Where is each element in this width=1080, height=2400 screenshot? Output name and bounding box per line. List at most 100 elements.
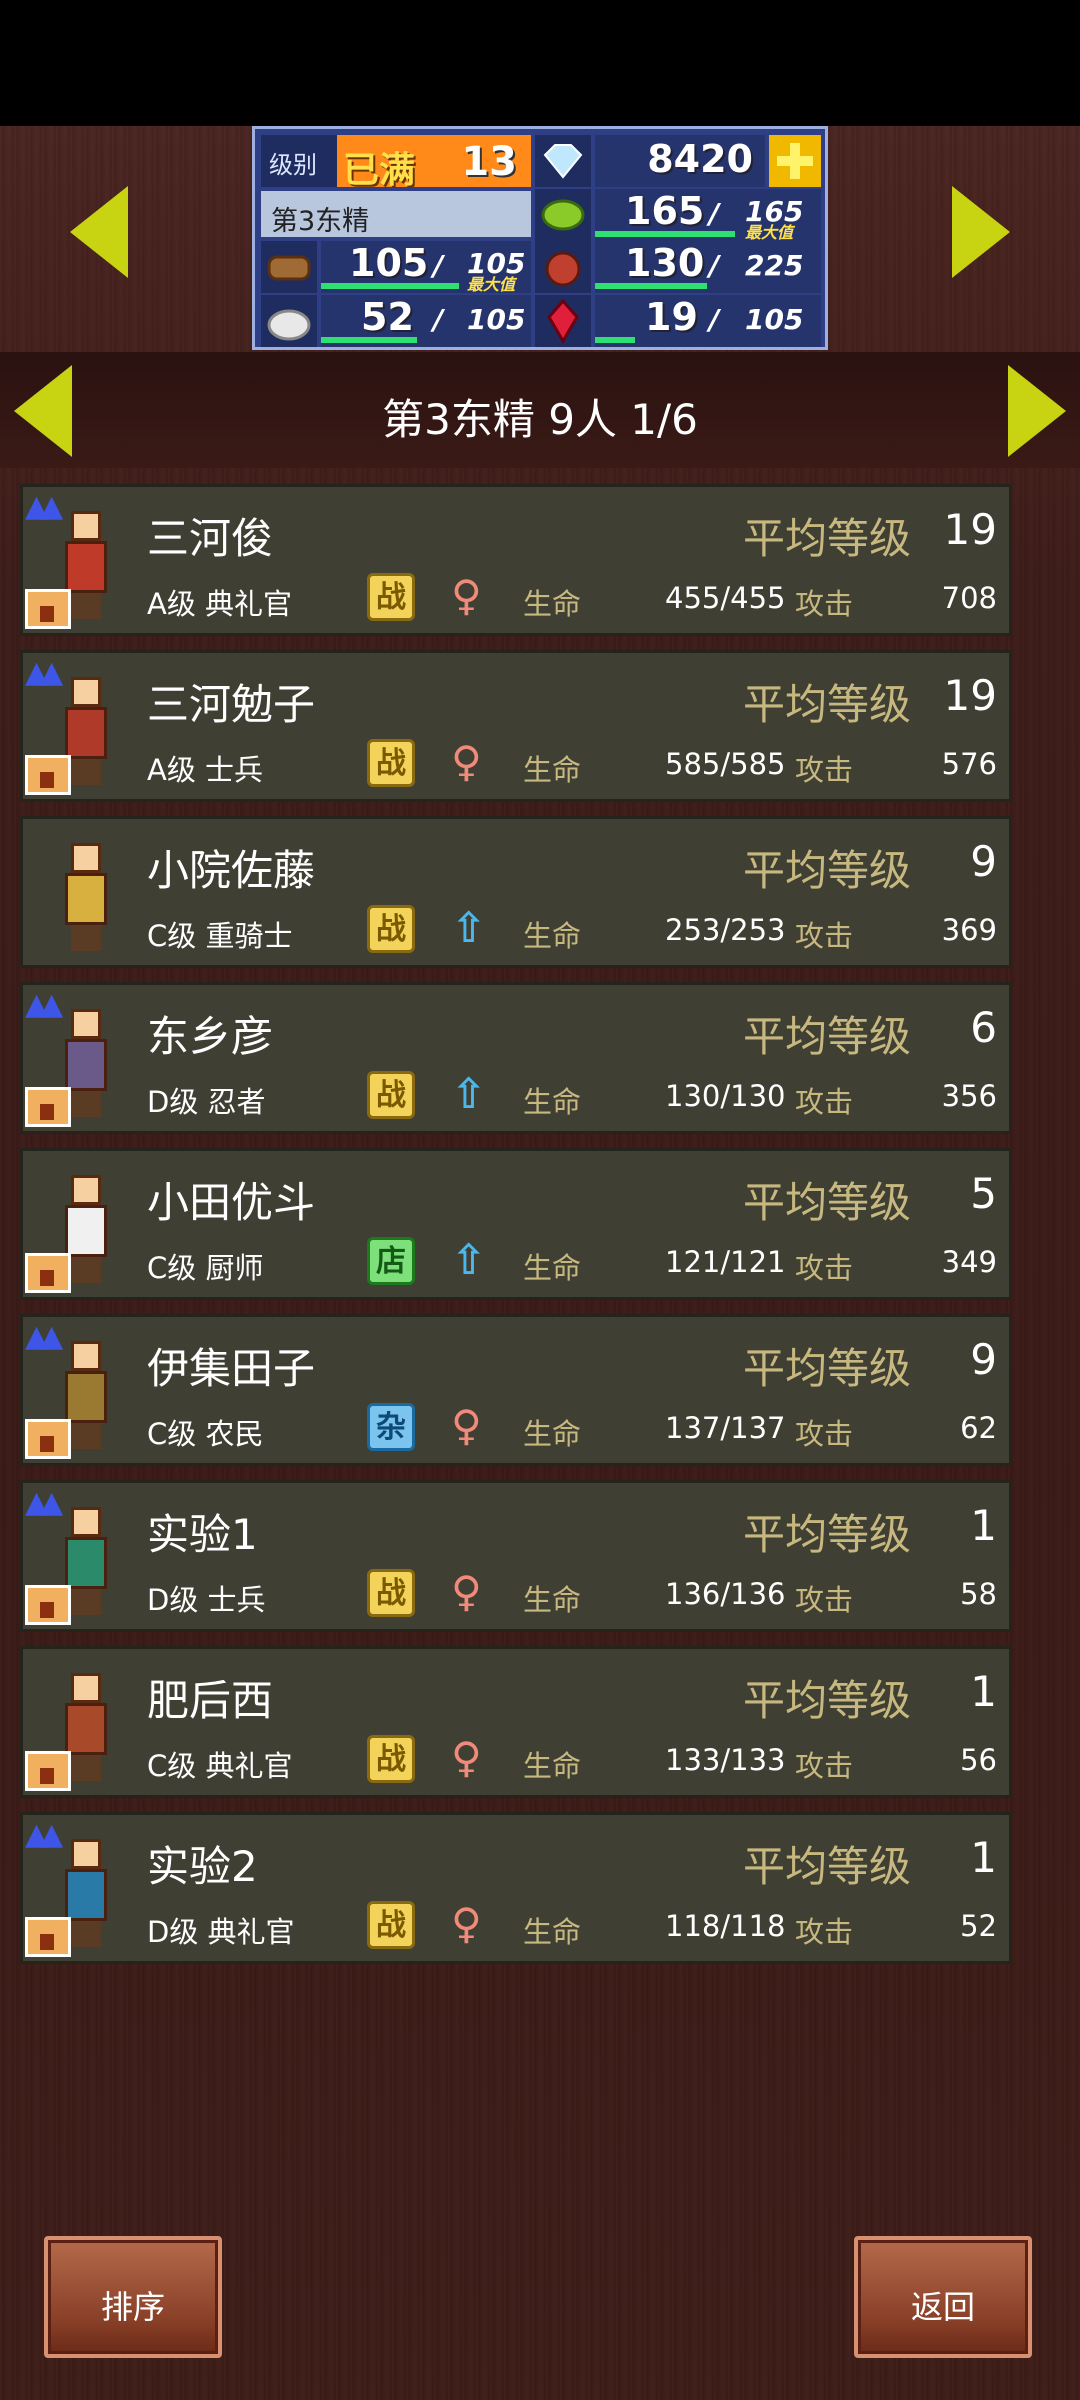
gender-icon: ⇧ [451,1069,487,1118]
diamond-box: 8420 [595,135,765,187]
roster-row[interactable]: ▲▲ 伊集田子 平均等级 9 C级 农民 杂 ♀ 生命 137/137 攻击 62 [20,1314,1012,1466]
character-rank-job: D级 士兵 [147,1583,266,1617]
next-dorm-arrow-icon[interactable] [952,186,1010,278]
character-rank-job: C级 典礼官 [147,1749,293,1783]
roster-row[interactable]: ▲▲ 实验1 平均等级 1 D级 士兵 战 ♀ 生命 136/136 攻击 58 [20,1480,1012,1632]
avg-level-label: 平均等级 [743,680,912,729]
attack-label: 攻击 [795,587,854,621]
life-label: 生命 [523,1915,582,1949]
attack-value: 349 [941,1245,997,1279]
gem-current: 19 [645,295,698,339]
back-button[interactable]: 返回 [854,2236,1032,2358]
life-label: 生命 [523,1251,582,1285]
role-badge-icon: 战 [367,573,415,621]
life-label: 生命 [523,753,582,787]
grass-bar [595,231,735,237]
character-portrait: ▲▲ [23,1483,141,1629]
level-label: 级别 [269,151,317,179]
wood-bar [321,283,459,289]
character-rank-job: C级 农民 [147,1417,264,1451]
avg-level-label: 平均等级 [743,1012,912,1061]
attack-label: 攻击 [795,1915,854,1949]
house-icon [25,589,71,629]
diamond-count: 8420 [647,137,753,181]
gender-icon: ♀ [451,1733,482,1782]
gender-icon: ♀ [451,1567,482,1616]
sort-button[interactable]: 排序 [44,2236,222,2358]
diamond-icon [535,135,591,187]
life-value: 133/133 [665,1743,786,1777]
house-icon [25,1585,71,1625]
avg-level-label: 平均等级 [743,1842,912,1891]
avg-level-value: 9 [970,1335,997,1384]
character-name: 小田优斗 [147,1178,316,1227]
character-name: 三河勉子 [147,680,316,729]
roster-row[interactable]: ▲▲ 东乡彦 平均等级 6 D级 忍者 战 ⇧ 生命 130/130 攻击 356 [20,982,1012,1134]
team-people-icon: ▲▲ [25,987,63,1022]
roster-row[interactable]: 小田优斗 平均等级 5 C级 厨师 店 ⇧ 生命 121/121 攻击 349 [20,1148,1012,1300]
life-value: 455/455 [665,581,786,615]
life-value: 137/137 [665,1411,786,1445]
stone-icon [261,295,317,347]
life-label: 生命 [523,1085,582,1119]
level-value: 13 [461,139,517,185]
prev-page-arrow-icon[interactable] [14,365,72,457]
wood-icon [261,241,317,293]
gender-icon: ♀ [451,1899,482,1948]
avg-level-value: 19 [943,671,997,720]
attack-value: 58 [960,1577,997,1611]
character-rank-job: D级 典礼官 [147,1915,295,1949]
life-value: 253/253 [665,913,786,947]
avg-level-label: 平均等级 [743,1178,912,1227]
role-badge-icon: 战 [367,1071,415,1119]
life-value: 130/130 [665,1079,786,1113]
gem-box: 19 / 105 [595,295,821,347]
avg-level-value: 1 [970,1667,997,1716]
next-page-arrow-icon[interactable] [1008,365,1066,457]
wood-max-tag: 最大值 [467,275,516,294]
house-icon [25,1419,71,1459]
roster-row[interactable]: ▲▲ 三河俊 平均等级 19 A级 典礼官 战 ♀ 生命 455/455 攻击 708 [20,484,1012,636]
roster-row[interactable]: 肥后西 平均等级 1 C级 典礼官 战 ♀ 生命 133/133 攻击 56 [20,1646,1012,1798]
wood-box: 105 / 105 最大值 [321,241,531,294]
red-gem-icon [535,295,591,347]
character-name: 实验2 [147,1842,258,1891]
character-portrait [23,819,141,965]
attack-label: 攻击 [795,1251,854,1285]
attack-value: 708 [941,581,997,615]
character-rank-job: A级 士兵 [147,753,264,787]
life-label: 生命 [523,919,582,953]
life-value: 136/136 [665,1577,786,1611]
gem-bar [595,337,635,343]
gender-icon: ♀ [451,737,482,786]
team-people-icon: ▲▲ [25,1319,63,1354]
roster-row[interactable]: 小院佐藤 平均等级 9 C级 重骑士 战 ⇧ 生命 253/253 攻击 369 [20,816,1012,968]
avg-level-value: 5 [970,1169,997,1218]
attack-label: 攻击 [795,1085,854,1119]
house-icon [25,1087,71,1127]
attack-label: 攻击 [795,1749,854,1783]
grass-box: 165 / 165 最大值 [595,189,821,242]
character-portrait: ▲▲ [23,653,141,799]
avg-level-label: 平均等级 [743,1510,912,1559]
role-badge-icon: 战 [367,739,415,787]
role-badge-icon: 战 [367,1569,415,1617]
add-diamonds-plus-icon[interactable] [769,135,821,187]
roster-row[interactable]: ▲▲ 实验2 平均等级 1 D级 典礼官 战 ♀ 生命 118/118 攻击 52 [20,1812,1012,1964]
avg-level-value: 1 [970,1501,997,1550]
gender-icon: ⇧ [451,1235,487,1284]
role-badge-icon: 店 [367,1237,415,1285]
roster-row[interactable]: ▲▲ 三河勉子 平均等级 19 A级 士兵 战 ♀ 生命 585/585 攻击 576 [20,650,1012,802]
role-badge-icon: 战 [367,905,415,953]
attack-value: 356 [941,1079,997,1113]
stats-panel: 级别 已满 13 8420 第3东精 165 / 165 最大值 105 / 1… [252,126,828,350]
grass-current: 165 [625,189,705,233]
prev-dorm-arrow-icon[interactable] [70,186,128,278]
life-label: 生命 [523,1749,582,1783]
life-label: 生命 [523,587,582,621]
sort-button-label: 排序 [100,2288,165,2326]
attack-label: 攻击 [795,753,854,787]
character-name: 实验1 [147,1510,258,1559]
role-badge-icon: 杂 [367,1403,415,1451]
grass-icon [535,189,591,241]
